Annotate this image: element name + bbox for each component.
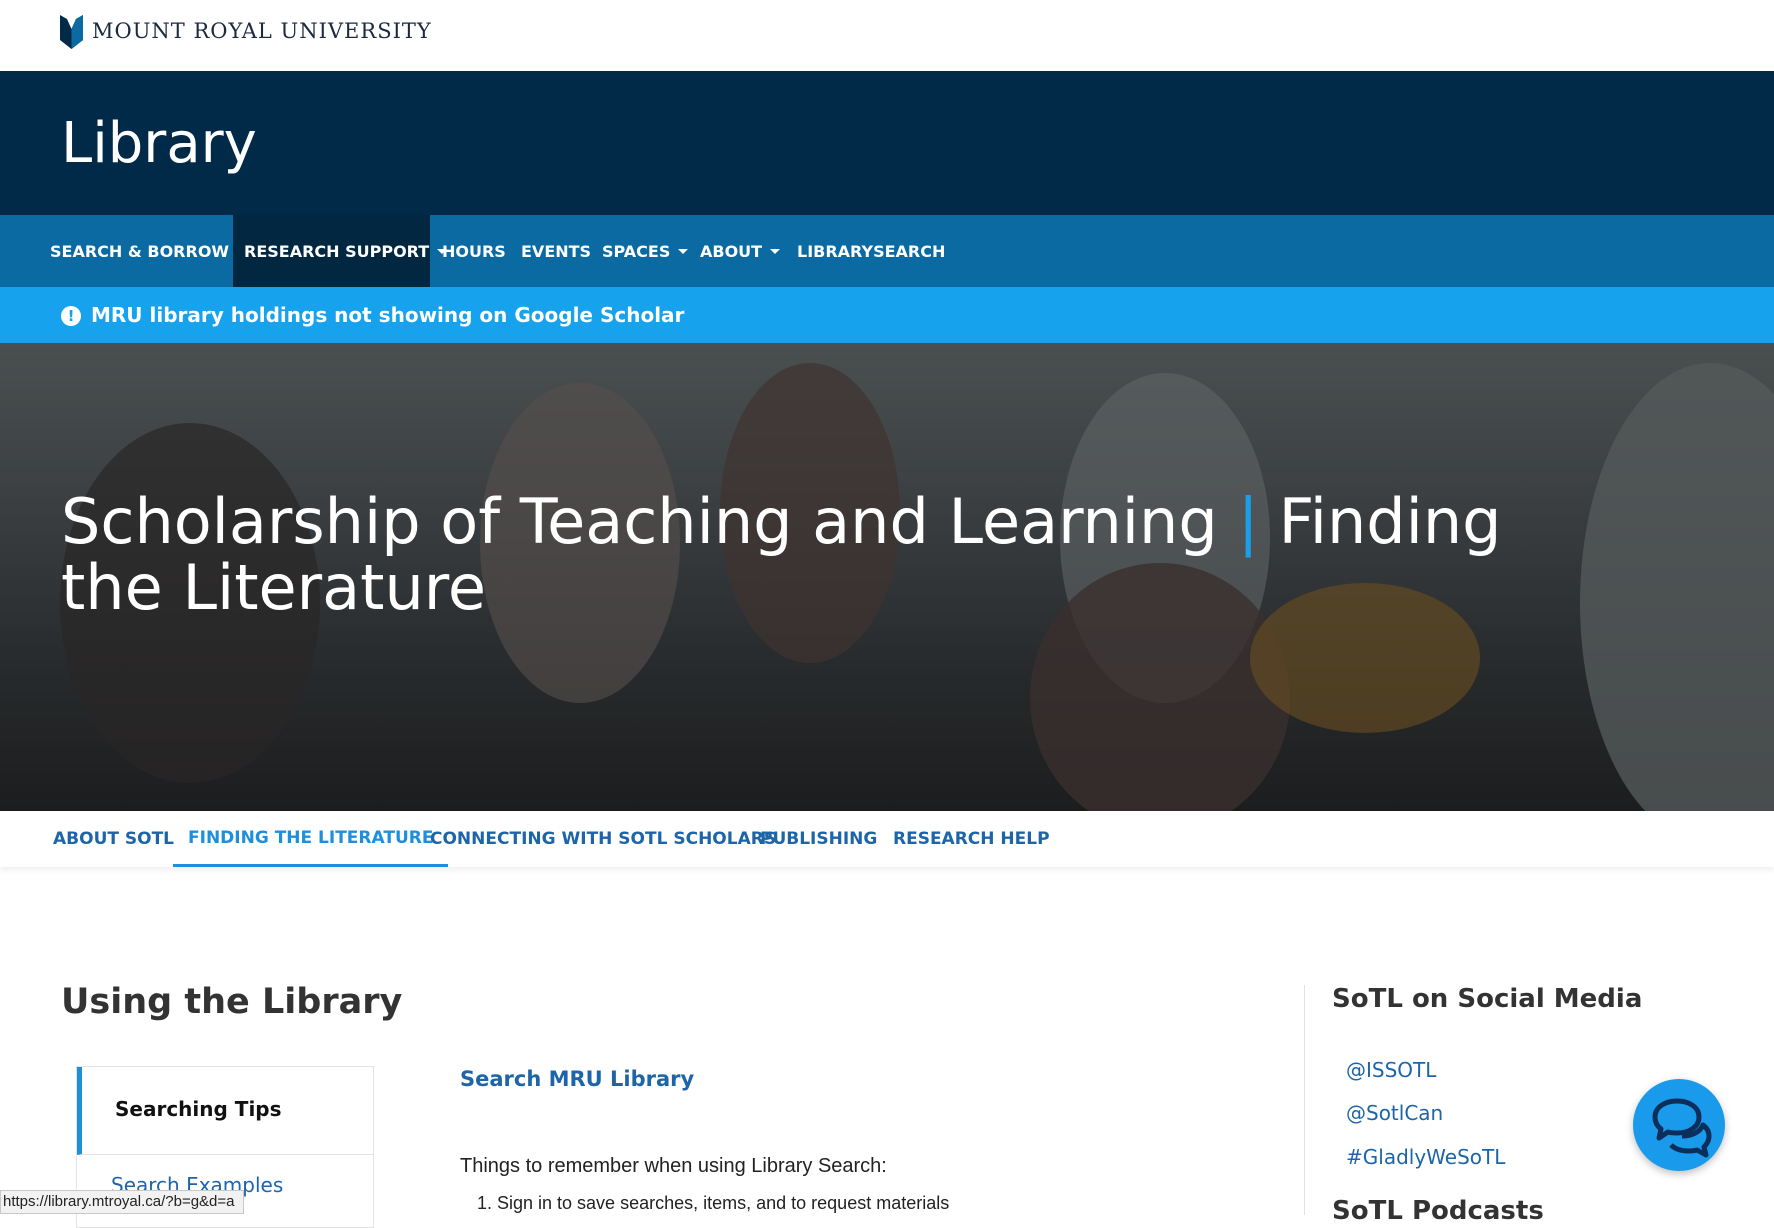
sidebar-title: SoTL on Social Media bbox=[1332, 984, 1643, 1014]
tab-research-help[interactable]: RESEARCH HELP bbox=[893, 811, 1050, 867]
tab-finding-the-literature[interactable]: FINDING THE LITERATURE bbox=[173, 811, 449, 867]
tips-menu-item-active[interactable]: Searching Tips bbox=[77, 1067, 373, 1155]
nav-label: LIBRARYSEARCH bbox=[797, 241, 946, 261]
nav-label: SEARCH & BORROW bbox=[50, 241, 230, 261]
exclamation-circle-icon: ! bbox=[61, 306, 81, 326]
social-link-issotl[interactable]: @ISSOTL bbox=[1346, 1058, 1436, 1082]
social-link-gladlywesotl[interactable]: #GladlyWeSoTL bbox=[1346, 1145, 1505, 1169]
nav-item-hours[interactable]: HOURS bbox=[442, 215, 506, 287]
hero-title-main: Scholarship of Teaching and Learning bbox=[61, 485, 1218, 558]
tab-connecting-with-sotl-scholars[interactable]: CONNECTING WITH SOTL SCHOLARS bbox=[430, 811, 776, 867]
nav-item-about[interactable]: ABOUT bbox=[700, 215, 781, 287]
nav-item-events[interactable]: EVENTS bbox=[521, 215, 591, 287]
tips-list: Sign in to save searches, items, and to … bbox=[460, 1193, 949, 1214]
chat-button[interactable] bbox=[1633, 1079, 1725, 1171]
search-mru-library-link[interactable]: Search MRU Library bbox=[460, 1067, 694, 1091]
tab-publishing[interactable]: PUBLISHING bbox=[760, 811, 877, 867]
hero-title: Scholarship of Teaching and Learning | Fin… bbox=[61, 489, 1561, 621]
status-bar-url: https://library.mtroyal.ca/?b=g&d=a bbox=[0, 1190, 244, 1214]
hero-title-separator: | bbox=[1237, 485, 1259, 558]
nav-item-research-support[interactable]: RESEARCH SUPPORT bbox=[233, 215, 448, 287]
banner-title[interactable]: Library bbox=[61, 111, 257, 177]
intro-text: Things to remember when using Library Se… bbox=[460, 1155, 887, 1177]
list-item: Sign in to save searches, items, and to … bbox=[497, 1193, 949, 1214]
nav-item-librarysearch[interactable]: LIBRARYSEARCH bbox=[797, 215, 945, 287]
nav-label: EVENTS bbox=[521, 241, 592, 261]
nav-item-search-borrow[interactable]: SEARCH & BORROW bbox=[41, 215, 256, 287]
sidebar-divider bbox=[1304, 985, 1305, 1215]
library-banner: Library bbox=[0, 71, 1774, 215]
nav-label: HOURS bbox=[442, 241, 506, 261]
caret-down-icon bbox=[770, 248, 781, 254]
hero-image: Scholarship of Teaching and Learning | Fin… bbox=[0, 343, 1774, 811]
university-name[interactable]: MOUNT ROYAL UNIVERSITY bbox=[92, 19, 432, 43]
tab-about-sotl[interactable]: ABOUT SOTL bbox=[53, 811, 174, 867]
social-link-sotlcan[interactable]: @SotlCan bbox=[1346, 1101, 1443, 1125]
nav-item-spaces[interactable]: SPACES bbox=[602, 215, 689, 287]
chat-bubbles-icon bbox=[1652, 1098, 1712, 1158]
alert-text[interactable]: MRU library holdings not showing on Goog… bbox=[91, 303, 684, 327]
main-nav: SEARCH & BORROW RESEARCH SUPPORT HOURS E… bbox=[0, 215, 1774, 287]
tips-menu-label: Searching Tips bbox=[115, 1097, 282, 1121]
section-title: Using the Library bbox=[61, 982, 403, 1022]
alert-bar[interactable]: ! MRU library holdings not showing on Go… bbox=[0, 287, 1774, 343]
nav-label: RESEARCH SUPPORT bbox=[244, 241, 430, 261]
sidebar-title-podcasts: SoTL Podcasts bbox=[1332, 1196, 1544, 1226]
caret-down-icon bbox=[678, 248, 689, 254]
nav-label: SPACES bbox=[602, 241, 671, 261]
sotl-subnav: ABOUT SOTL FINDING THE LITERATURE CONNEC… bbox=[0, 811, 1774, 867]
mru-shield-icon[interactable] bbox=[60, 15, 83, 49]
hero-photo-shape bbox=[1580, 363, 1774, 811]
top-bar: MOUNT ROYAL UNIVERSITY bbox=[0, 0, 1774, 71]
nav-label: ABOUT bbox=[700, 241, 763, 261]
